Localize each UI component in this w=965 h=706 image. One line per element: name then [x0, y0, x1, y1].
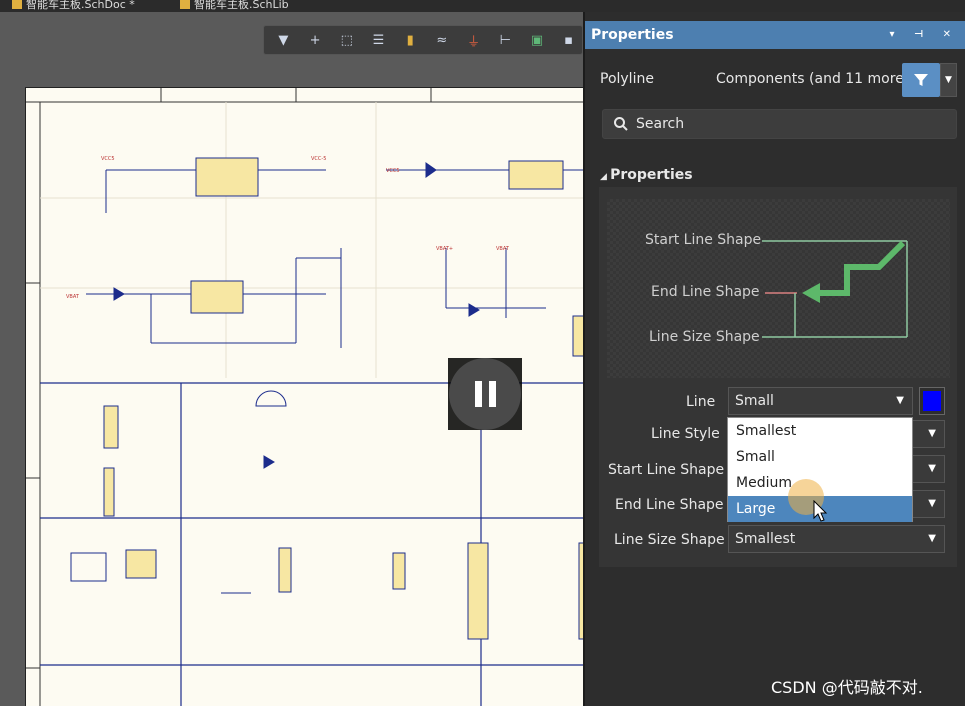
document-tab-bar: 智能车主板.SchDoc * 智能车主板.SchLib: [0, 0, 965, 12]
filter-label: Components (and 11 more): [716, 71, 910, 87]
chevron-down-icon: ▼: [928, 498, 936, 509]
active-bar-toolbar: ▼ + ⬚ ☰ ▮ ≈ ⏚ ⊢ ▣ ▪: [263, 25, 583, 55]
start-line-shape-label: Start Line Shape: [608, 462, 725, 478]
line-color-picker[interactable]: [919, 387, 945, 415]
svg-text:VCC5: VCC5: [386, 168, 400, 174]
line-width-select[interactable]: Small ▼: [728, 387, 913, 415]
panel-window-controls-icon[interactable]: ▾ ⊣ ✕: [889, 21, 959, 49]
panel-header: Properties ▾ ⊣ ✕: [585, 21, 965, 49]
search-box[interactable]: [602, 109, 957, 139]
dropdown-option-small[interactable]: Small: [728, 444, 912, 470]
svg-text:VBAT+: VBAT+: [436, 246, 453, 252]
video-pause-button[interactable]: [448, 358, 522, 430]
svg-text:VCC5: VCC5: [101, 156, 115, 162]
tab-schdoc[interactable]: 智能车主板.SchDoc *: [12, 0, 135, 12]
filter-button[interactable]: [902, 63, 940, 97]
object-type: Polyline: [600, 71, 654, 87]
properties-panel: Properties ▾ ⊣ ✕ Polyline Components (an…: [583, 12, 965, 706]
plus-icon[interactable]: +: [302, 29, 329, 51]
place-icon[interactable]: ▣: [524, 29, 551, 51]
pause-icon: [449, 358, 521, 430]
schdoc-icon: [12, 0, 22, 9]
line-size-shape-select[interactable]: Smallest ▼: [728, 525, 945, 553]
svg-text:VBAT: VBAT: [66, 294, 80, 300]
chevron-down-icon: ▼: [928, 533, 936, 544]
svg-text:VCC-5: VCC-5: [311, 156, 326, 162]
funnel-icon: [914, 74, 928, 86]
power-icon[interactable]: ⏚: [460, 29, 487, 51]
line-shape-diagram: [762, 240, 908, 338]
end-line-shape-label: End Line Shape: [615, 497, 724, 513]
line-style-label: Line Style: [651, 426, 720, 442]
schlib-icon: [180, 0, 190, 9]
filter-dropdown-button[interactable]: ▼: [940, 63, 957, 97]
chevron-down-icon: ▼: [928, 428, 936, 439]
dropdown-option-smallest[interactable]: Smallest: [728, 418, 912, 444]
line-size-shape-label: Line Size Shape: [614, 532, 725, 548]
more-icon[interactable]: ▪: [555, 29, 582, 51]
chevron-down-icon: ▼: [896, 395, 904, 406]
collapse-triangle-icon: ◢: [600, 172, 611, 182]
chevron-down-icon: ▼: [928, 463, 936, 474]
properties-section-header[interactable]: ◢ Properties: [600, 167, 693, 183]
schematic-canvas[interactable]: VCC5 VCC-5 VCC5 VBAT VBAT+ VBAT ▼ + ⬚ ☰ ▮ ≈ …: [0, 12, 583, 706]
mouse-cursor-icon: [813, 500, 828, 522]
select-rect-icon[interactable]: ⬚: [333, 29, 360, 51]
tab-schlib[interactable]: 智能车主板.SchLib: [180, 0, 289, 12]
filter-icon[interactable]: ▼: [270, 29, 297, 51]
wire-icon[interactable]: ≈: [429, 29, 456, 51]
bus-icon[interactable]: ⊢: [492, 29, 519, 51]
component-icon[interactable]: ▮: [397, 29, 424, 51]
search-icon: [614, 117, 628, 131]
watermark-text: CSDN @代码敲不对.: [771, 678, 923, 697]
line-shape-preview: Start Line Shape End Line Shape Line Siz…: [607, 199, 950, 378]
line-label: Line: [686, 394, 716, 410]
svg-text:VBAT: VBAT: [496, 246, 510, 252]
search-input[interactable]: [636, 115, 936, 133]
align-icon[interactable]: ☰: [365, 29, 392, 51]
panel-title: Properties: [591, 27, 674, 43]
